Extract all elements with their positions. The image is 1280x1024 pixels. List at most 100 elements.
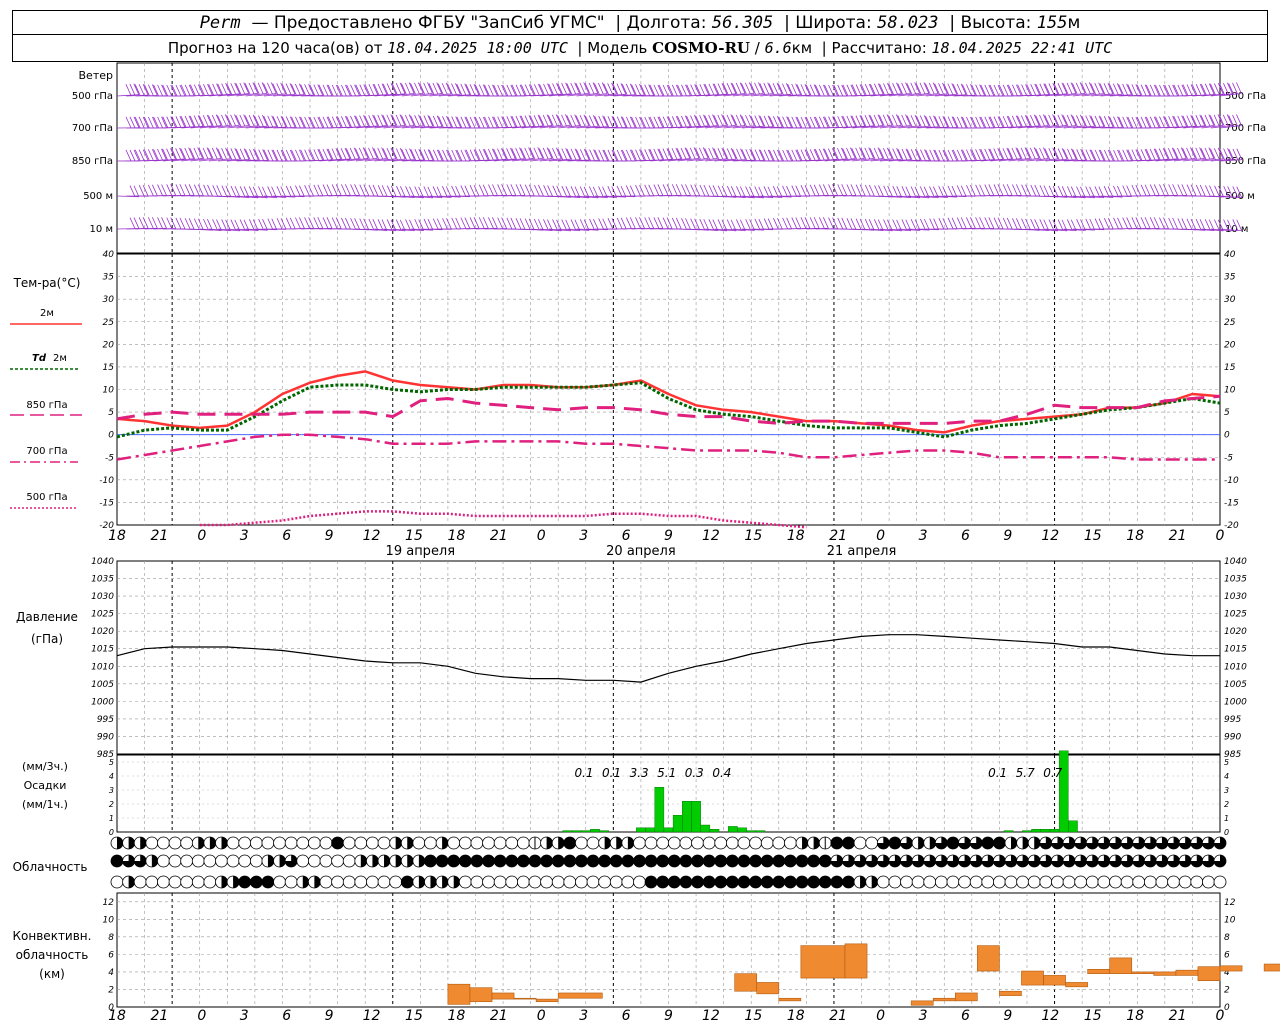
wind-barb-feather (1024, 115, 1031, 127)
wind-barb-feather (1118, 149, 1125, 162)
wind-barb-feather (331, 217, 338, 229)
wind-barb-feather (1131, 149, 1138, 161)
wind-barb-feather (188, 84, 195, 96)
wind-barb-feather (671, 217, 678, 230)
wind-barb-feather (934, 116, 941, 128)
precip-unit-3h: (мм/3ч.) (22, 760, 68, 773)
legend-t700-label: 700 гПа (26, 446, 67, 457)
wind-barb-feather (850, 184, 857, 196)
wind-barb-feather (666, 217, 673, 229)
wind-barb-feather (482, 184, 489, 196)
wind-barb-feather (1135, 184, 1142, 197)
cloud-symbol (1085, 875, 1099, 889)
precip-bar (746, 830, 757, 833)
wind-barb-feather (381, 83, 388, 95)
wind-barb-feather (175, 148, 182, 160)
cloud-symbol (296, 836, 310, 850)
conv-tick-left: 2 (108, 985, 114, 995)
wind-barb-feather (565, 82, 571, 94)
wind-barb-feather (824, 84, 830, 97)
wind-barb-feather (1033, 147, 1040, 159)
wind-barb-feather (1213, 83, 1220, 95)
wind-barb-feather (359, 84, 366, 96)
wind-barb-feather (1030, 115, 1036, 127)
wind-barb-feather (308, 116, 315, 129)
wind-barb-feather (676, 148, 683, 160)
wind-barb-feather (346, 84, 352, 97)
wind-barb-feather (386, 148, 393, 160)
wind-barb-feather (868, 114, 875, 126)
wind-barb-feather (809, 116, 816, 129)
temp-axis-hour-label: 0 (197, 528, 206, 544)
wind-barb-feather (975, 149, 981, 161)
wind-barb-feather (1135, 149, 1142, 161)
wind-barb-feather (998, 116, 1005, 128)
wind-barb-feather (217, 115, 223, 127)
wind-barb-feather (565, 114, 571, 126)
wind-barb-feather (193, 184, 200, 196)
wind-barb-feather (975, 217, 981, 229)
wind-barb-feather (763, 115, 770, 128)
wind-barb-feather (271, 149, 278, 161)
conv-axis-hour-label: 15 (405, 1008, 423, 1024)
cloud-symbol (830, 836, 844, 850)
wind-barb-feather (473, 185, 480, 197)
wind-barb-feather (846, 115, 853, 128)
wind-barb-feather (942, 116, 949, 128)
cloud-symbol-fill (233, 876, 240, 888)
wind-barb-feather (556, 83, 562, 95)
wind-barb-feather (528, 147, 534, 159)
wind-barb-feather (1002, 148, 1009, 160)
wind-barb-feather (583, 82, 590, 94)
wind-level-label-left: 700 гПа (72, 123, 113, 134)
temp-axis-hour-label: 9 (664, 528, 673, 544)
cloud-symbol (284, 836, 298, 850)
wind-barb-feather (354, 115, 360, 127)
wind-barb-feather (399, 147, 406, 160)
wind-barb-feather (377, 147, 384, 160)
wind-barb-feather (1089, 149, 1096, 161)
wind-barb-feather (772, 83, 779, 95)
cloud-symbol (772, 854, 786, 868)
wind-barb-feather (832, 116, 838, 128)
cloud-symbol (1190, 875, 1204, 889)
wind-barb-feather (658, 84, 665, 97)
wind-barb-feather (694, 84, 701, 96)
wind-barb-feather (933, 149, 940, 161)
cloud-symbol (249, 875, 263, 889)
wind-barb-feather (1122, 116, 1129, 129)
pressure-tick-right: 1000 (1224, 697, 1247, 707)
cloud-symbol (238, 875, 252, 889)
wind-barb-feather (510, 184, 517, 196)
conv-tick-right: 8 (1224, 933, 1230, 943)
wind-barb-feather (423, 149, 430, 161)
wind-barb-feather (341, 84, 347, 97)
wind-barb-feather (594, 115, 601, 128)
wind-barb-feather (598, 149, 605, 161)
conv-tick-right: 0 (1224, 1003, 1230, 1013)
wind-barb-feather (877, 83, 884, 95)
temp-axis-hour-label: 0 (537, 528, 546, 544)
wind-barb-feather (960, 217, 967, 229)
wind-barb-feather (699, 84, 706, 96)
wind-barb-feather (970, 185, 976, 197)
wind-barb-feather (317, 217, 324, 229)
cloud-symbol (482, 854, 495, 868)
cloud-symbol (203, 854, 217, 868)
wind-barb-feather (1181, 84, 1188, 96)
wind-barb-feather (427, 82, 433, 94)
conv-tick-right: 10 (1224, 915, 1236, 925)
wind-barb-feather (234, 82, 241, 95)
wind-barb-feather (1144, 84, 1151, 96)
wind-barb-feather (832, 184, 838, 196)
precip-bar (636, 827, 646, 833)
wind-barb-feather (653, 84, 660, 97)
wind-barb-feather (993, 217, 1000, 229)
wind-barb-feather (653, 184, 660, 196)
wind-barb-feather (538, 115, 545, 127)
wind-barb-feather (828, 217, 834, 229)
wind-barb-feather (254, 115, 260, 128)
temp-axis-hour-label: 15 (405, 528, 423, 544)
cloud-symbol (505, 875, 519, 889)
wind-barb-feather (631, 84, 637, 96)
